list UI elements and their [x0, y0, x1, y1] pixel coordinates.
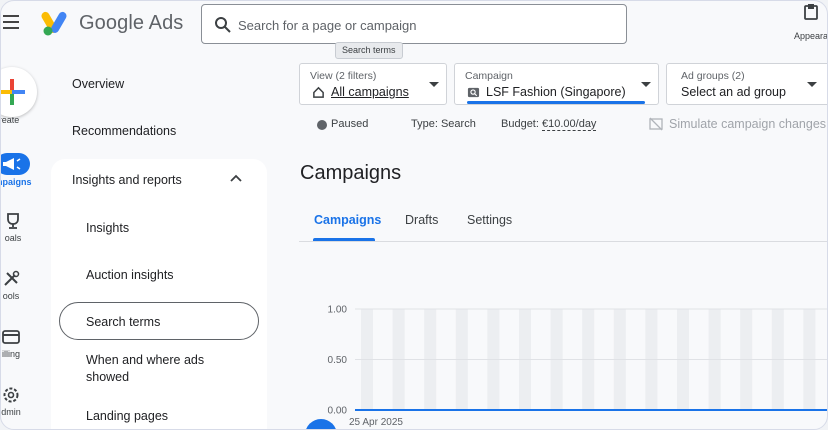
- tab-active-indicator: [313, 238, 375, 241]
- rail-item-admin[interactable]: dmin: [1, 385, 35, 417]
- search-input[interactable]: [238, 14, 608, 36]
- gear-icon: [3, 387, 19, 403]
- rail-item-goals[interactable]: oals: [1, 211, 37, 243]
- sidebar-item-insights[interactable]: Insights: [86, 220, 129, 237]
- sidebar-item-overview[interactable]: Overview: [72, 77, 124, 91]
- chart-y-tick-label: 0.50: [328, 355, 348, 366]
- chevron-down-icon: [807, 82, 817, 87]
- view-filter-label: View (2 filters): [310, 70, 377, 82]
- rail-goals-label: oals: [4, 233, 22, 243]
- sidebar-nav: Overview Recommendations Insights and re…: [51, 61, 267, 429]
- tab-drafts[interactable]: Drafts: [405, 213, 438, 227]
- menu-icon[interactable]: [3, 15, 21, 31]
- pause-icon: [317, 120, 327, 130]
- when-where-line-2: showed: [86, 370, 130, 384]
- chevron-down-icon: [429, 82, 439, 87]
- chart-y-tick-label: 1.00: [328, 305, 348, 316]
- view-filter-value: All campaigns: [331, 85, 409, 99]
- performance-chart: 1.00 0.50 0.0025 Apr 2025: [328, 305, 827, 428]
- appearance-label: Appeara: [793, 31, 828, 41]
- when-where-line-1: When and where ads: [86, 353, 205, 367]
- sidebar-item-auction-insights[interactable]: Auction insights: [86, 267, 174, 284]
- home-icon: [313, 86, 324, 98]
- budget-label: Budget:: [501, 118, 539, 130]
- chart-x-tick-label: 25 Apr 2025: [349, 417, 403, 428]
- adgroup-filter-label: Ad groups (2): [681, 70, 745, 82]
- adgroup-filter[interactable]: Ad groups (2) Select an ad group: [666, 63, 827, 105]
- tools-icon: [4, 270, 20, 286]
- view-filter[interactable]: View (2 filters) All campaigns: [299, 63, 447, 105]
- budget-value[interactable]: €10.00/day: [542, 118, 597, 131]
- page-title: Campaigns: [300, 162, 402, 184]
- rail-tools-label: ools: [2, 291, 20, 301]
- rail-campaigns-label: mpaigns: [1, 177, 32, 187]
- sidebar-item-when-where[interactable]: When and where ads showed: [86, 352, 204, 386]
- rail-create-label[interactable]: reate: [1, 115, 33, 125]
- app-frame: Google Ads Search terms Appeara: [0, 0, 828, 430]
- create-button[interactable]: [1, 67, 37, 117]
- rail-item-campaigns[interactable]: mpaigns: [1, 153, 37, 187]
- trophy-icon: [7, 213, 19, 229]
- rail-item-tools[interactable]: ools: [1, 269, 35, 301]
- simulate-icon: [649, 117, 663, 131]
- google-ads-logo-icon: [41, 11, 67, 36]
- adgroup-filter-value: Select an ad group: [681, 85, 786, 99]
- campaign-filter-label: Campaign: [465, 70, 513, 82]
- chart-y-tick-label: 0.00: [328, 406, 348, 417]
- plus-icon: [1, 79, 25, 105]
- tooltip: Search terms: [335, 42, 403, 59]
- tab-bar: Campaigns Drafts Settings: [299, 206, 827, 242]
- campaigns-pill: [1, 153, 30, 175]
- search-icon: [215, 17, 231, 33]
- rail-item-billing[interactable]: illing: [1, 327, 35, 359]
- search-campaign-icon: [467, 87, 480, 98]
- chevron-up-icon[interactable]: [229, 173, 243, 183]
- appearance-icon: [804, 4, 818, 20]
- sidebar-item-insights-reports[interactable]: Insights and reports: [72, 173, 182, 187]
- search-box[interactable]: [201, 4, 627, 44]
- campaign-filter-indicator: [467, 101, 645, 104]
- simulate-campaign-changes[interactable]: Simulate campaign changes: [669, 117, 826, 131]
- top-bar: Google Ads Search terms Appeara: [1, 1, 828, 59]
- brand-name: Google Ads: [79, 12, 184, 34]
- campaign-type: Type: Search: [411, 118, 476, 130]
- sidebar-item-search-terms-label: Search terms: [86, 315, 161, 329]
- appearance-button[interactable]: Appeara: [791, 3, 828, 44]
- rail-billing-label: illing: [1, 349, 20, 359]
- credit-card-icon: [2, 330, 20, 344]
- chevron-down-icon: [641, 82, 651, 87]
- tab-campaigns[interactable]: Campaigns: [314, 213, 381, 227]
- campaign-filter-value: LSF Fashion (Singapore): [486, 85, 626, 99]
- campaign-filter[interactable]: Campaign LSF Fashion (Singapore): [454, 63, 659, 105]
- megaphone-icon: [3, 158, 21, 170]
- rail-admin-label: dmin: [1, 407, 21, 417]
- status-paused[interactable]: Paused: [331, 118, 368, 130]
- tab-settings[interactable]: Settings: [467, 213, 512, 227]
- insights-reports-group: Insights and reports Insights Auction in…: [51, 159, 267, 429]
- sidebar-item-recommendations[interactable]: Recommendations: [72, 124, 176, 138]
- sidebar-item-landing-pages[interactable]: Landing pages: [86, 408, 168, 425]
